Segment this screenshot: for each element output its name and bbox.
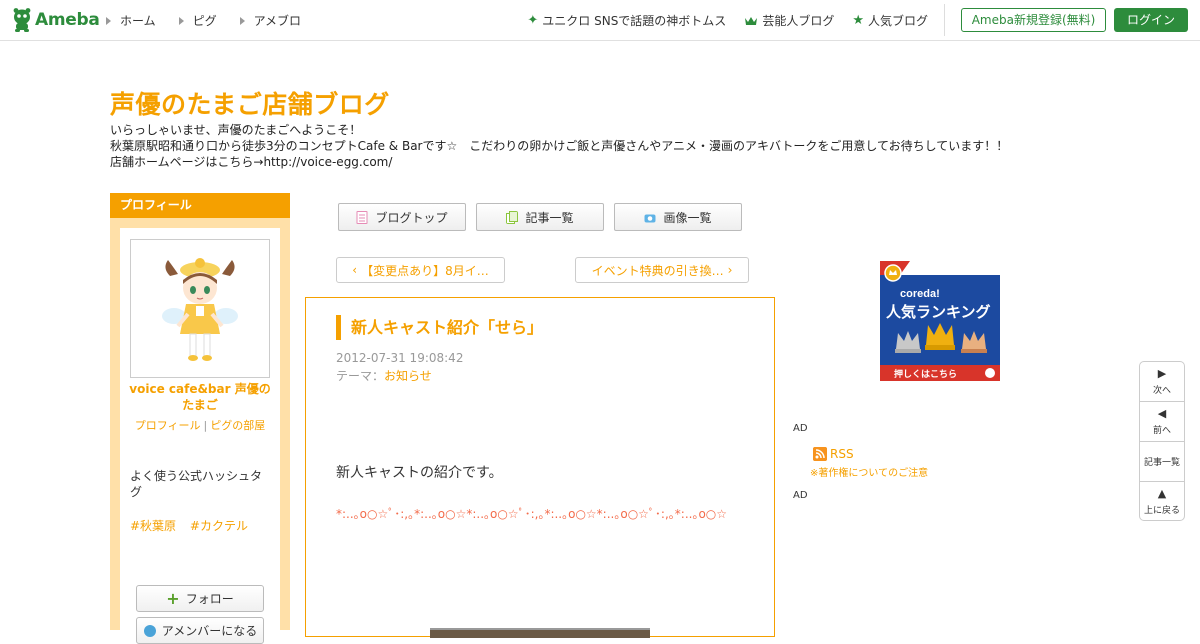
ameba-mascot-icon (13, 8, 31, 32)
amember-button-label: アメンバーになる (161, 624, 258, 638)
prev-article-label: 【変更点あり】8月イ… (361, 263, 489, 278)
floating-side-nav: ▶ 次へ ◀ 前へ 記事一覧 ▲ 上に戻る (1139, 361, 1185, 521)
profile-link[interactable]: プロフィール (135, 419, 201, 432)
prev-article-link[interactable]: ‹ 【変更点あり】8月イ… (336, 257, 505, 283)
link-popular-blog[interactable]: ★ 人気ブログ (852, 12, 928, 29)
plus-icon: + (166, 588, 180, 608)
profile-sidebar: プロフィール voice cafe&bar 声優のたまご プロフィール | ピグ… (110, 193, 290, 644)
blog-desc-line-3: 店舗ホームページはこちら→http://voice-egg.com/ (110, 155, 393, 169)
tab-article-list-label: 記事一覧 (525, 210, 574, 225)
sidenav-next[interactable]: ▶ 次へ (1140, 362, 1184, 402)
chevron-left-icon: ‹ (352, 263, 358, 277)
link-celebrity-blog[interactable]: 芸能人ブログ (744, 12, 834, 29)
hashtag-item[interactable]: #秋葉原 (130, 519, 176, 533)
list-icon (506, 210, 519, 224)
camera-icon (644, 214, 656, 222)
amember-button[interactable]: アメンバーになる (136, 617, 264, 644)
star-icon: ★ (852, 13, 864, 28)
article-date: 2012-07-31 19:08:42 (336, 351, 464, 365)
copyright-notice-link[interactable]: ※著作権についてのご注意 (810, 464, 928, 479)
sidenav-next-label: 次へ (1152, 385, 1171, 396)
amember-icon (143, 624, 156, 637)
global-nav: ホーム ピグ アメブロ (106, 12, 324, 29)
triangle-icon (178, 16, 184, 25)
profile-heading: プロフィール (110, 193, 290, 218)
sidenav-article-list-label: 記事一覧 (1143, 458, 1180, 468)
profile-card: voice cafe&bar 声優のたまご プロフィール | ピグの部屋 よく使う公… (120, 228, 280, 644)
pigg-room-link[interactable]: ピグの部屋 (210, 419, 265, 432)
banner-title: 人気ランキング (886, 303, 991, 321)
bronze-crown-icon (961, 331, 987, 353)
global-header: Ameba ホーム ピグ アメブロ ✦ ユニクロ SNSで話題の神ボトムス 芸能人… (0, 0, 1200, 41)
blog-title[interactable]: 声優のたまご店舗ブログ (110, 85, 390, 121)
blog-desc-line-1: いらっしゃいませ、声優のたまごへようこそ！ (110, 123, 362, 137)
avatar[interactable] (130, 239, 270, 378)
link-uniqlo-label: ユニクロ SNSで話題の神ボトムス (542, 14, 727, 28)
arrow-up-icon: ▲ (1157, 487, 1167, 500)
profile-name[interactable]: voice cafe&bar 声優のたまご (128, 381, 272, 413)
next-article-label: イベント特典の引き換… (591, 263, 724, 278)
article-body-text: 新人キャストの紹介です。 (336, 465, 503, 481)
blog-description: いらっしゃいませ、声優のたまごへようこそ！ 秋葉原駅昭和通り口から徒歩3分のコン… (110, 122, 1008, 170)
silver-crown-icon (895, 331, 921, 353)
banner-brand: coreda! (900, 288, 940, 300)
register-button[interactable]: Ameba新規登録(無料) (961, 8, 1106, 32)
ameba-logo[interactable]: Ameba (12, 8, 100, 32)
header-divider (944, 4, 945, 36)
rss-label: RSS (830, 447, 854, 461)
next-article-link[interactable]: イベント特典の引き換… › (575, 257, 749, 283)
chevron-right-icon: › (727, 263, 733, 277)
sparkle-icon: ✦ (527, 13, 539, 28)
document-icon (356, 210, 368, 224)
article-decoration-text: *:..｡o○☆ﾟ･:,｡*:..｡o○☆*:..｡o○☆ﾟ･:,｡*:..｡o… (336, 507, 728, 521)
character-avatar-image (162, 257, 238, 361)
article: 新人キャスト紹介「せら」 2012-07-31 19:08:42 テーマ：お知ら… (305, 297, 775, 638)
nav-ameblo[interactable]: アメブロ (239, 12, 302, 29)
banner-cta: 押しくはこちら (894, 368, 957, 380)
ranking-banner[interactable]: coreda! 人気ランキング 押しくはこちら (880, 261, 1000, 381)
link-uniqlo[interactable]: ✦ ユニクロ SNSで話題の神ボトムス (527, 12, 726, 29)
nav-home[interactable]: ホーム (106, 12, 156, 29)
nav-ameblo-label: アメブロ (253, 14, 302, 28)
nav-pigg-label: ピグ (192, 14, 217, 28)
rss-icon (813, 447, 827, 461)
triangle-icon (239, 16, 245, 25)
hashtag-heading: よく使う公式ハッシュタグ (130, 469, 263, 499)
article-theme: テーマ：お知らせ (336, 367, 432, 384)
nav-pigg[interactable]: ピグ (178, 12, 217, 29)
tab-image-list-label: 画像一覧 (663, 210, 712, 225)
rss-link[interactable]: RSS (813, 447, 854, 461)
link-popular-blog-label: 人気ブログ (867, 14, 928, 28)
article-title[interactable]: 新人キャスト紹介「せら」 (336, 315, 543, 340)
login-button[interactable]: ログイン (1114, 8, 1188, 32)
hashtag-list: #秋葉原 #カクテル (130, 517, 258, 534)
ad-label: AD (793, 423, 808, 434)
tab-image-list[interactable]: 画像一覧 (614, 203, 742, 231)
theme-link[interactable]: お知らせ (384, 369, 432, 383)
play-right-icon: ▶ (1157, 366, 1167, 380)
blog-desc-line-2: 秋葉原駅昭和通り口から徒歩3分のコンセプトCafe & Barです☆ こだわりの… (110, 139, 1009, 153)
link-celebrity-blog-label: 芸能人ブログ (762, 14, 835, 28)
crown-icon (745, 16, 758, 25)
profile-links: プロフィール | ピグの部屋 (120, 417, 280, 433)
ameba-logo-text: Ameba (35, 10, 100, 30)
global-right-links: ✦ ユニクロ SNSで話題の神ボトムス 芸能人ブログ ★ 人気ブログ (527, 12, 928, 29)
follow-button[interactable]: + フォロー (136, 585, 264, 612)
ad-label: AD (793, 490, 808, 501)
follow-button-label: フォロー (185, 592, 234, 606)
tab-article-list[interactable]: 記事一覧 (476, 203, 604, 231)
sidenav-back-to-top-label: 上に戻る (1143, 506, 1180, 516)
sidenav-prev[interactable]: ◀ 前へ (1140, 402, 1184, 442)
link-separator: | (203, 419, 208, 432)
sidenav-prev-label: 前へ (1152, 425, 1171, 436)
tab-blog-top[interactable]: ブログトップ (338, 203, 466, 231)
play-left-icon: ◀ (1157, 406, 1167, 420)
nav-home-label: ホーム (120, 14, 156, 28)
sidenav-article-list[interactable]: 記事一覧 (1140, 442, 1184, 482)
triangle-icon (106, 16, 111, 25)
sidenav-back-to-top[interactable]: ▲ 上に戻る (1140, 482, 1184, 522)
tab-blog-top-label: ブログトップ (375, 210, 448, 225)
hashtag-item[interactable]: #カクテル (190, 519, 248, 533)
theme-label: テーマ： (336, 369, 385, 383)
